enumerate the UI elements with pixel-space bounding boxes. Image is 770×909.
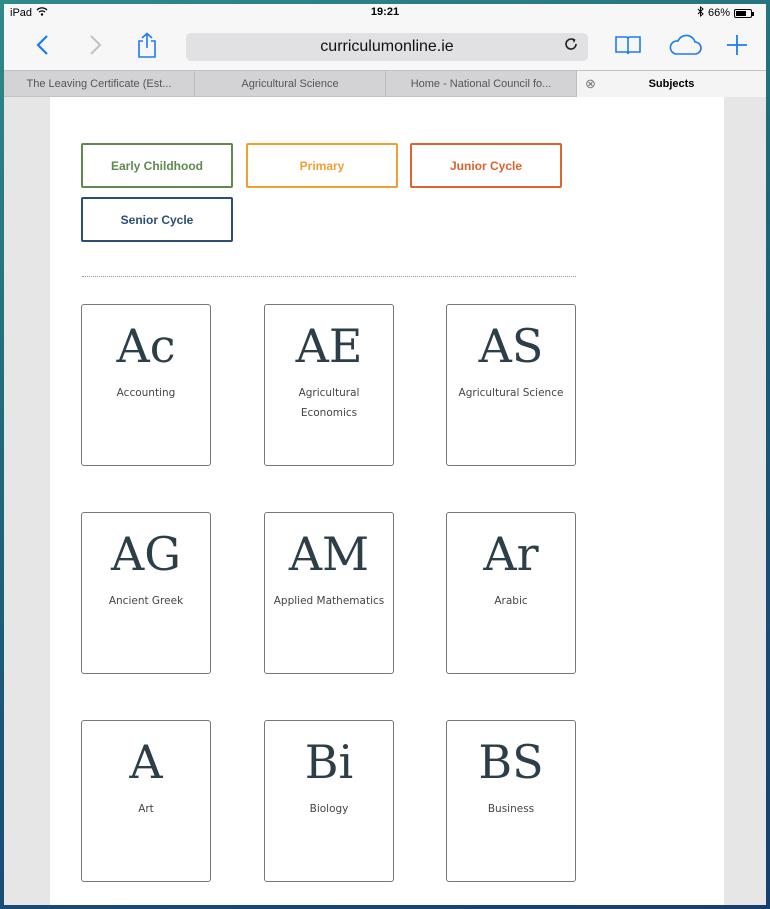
filter-label: Primary bbox=[299, 158, 345, 173]
subject-abbreviation: A bbox=[129, 735, 163, 789]
plus-icon bbox=[727, 35, 747, 55]
url-text: curriculumonline.ie bbox=[320, 38, 454, 55]
tab-label: Home - National Council fo... bbox=[410, 78, 552, 90]
subject-card-biology[interactable]: Bi Biology bbox=[264, 720, 394, 882]
cloud-icon bbox=[669, 34, 702, 55]
subject-card-arabic[interactable]: Ar Arabic bbox=[446, 512, 576, 674]
clock: 19:21 bbox=[370, 6, 400, 18]
share-button[interactable] bbox=[134, 30, 160, 60]
divider bbox=[82, 276, 576, 277]
forward-button[interactable] bbox=[84, 30, 108, 60]
bluetooth-icon bbox=[697, 5, 704, 20]
browser-toolbar: curriculumonline.ie bbox=[4, 20, 766, 70]
subject-card-art[interactable]: A Art bbox=[81, 720, 211, 882]
subject-card-agricultural-economics[interactable]: AE Agricultural Economics bbox=[264, 304, 394, 466]
subject-name: Applied Mathematics bbox=[273, 595, 385, 607]
battery-icon bbox=[734, 8, 754, 18]
subject-abbreviation: AE bbox=[295, 319, 363, 373]
subject-card-business[interactable]: BS Business bbox=[446, 720, 576, 882]
subject-name: Agricultural Economics bbox=[298, 387, 360, 419]
subject-abbreviation: BS bbox=[478, 735, 544, 789]
filter-label: Senior Cycle bbox=[120, 212, 194, 227]
icloud-tabs-button[interactable] bbox=[667, 30, 703, 60]
filter-junior-cycle[interactable]: Junior Cycle bbox=[410, 143, 562, 188]
tab-label: Agricultural Science bbox=[241, 78, 339, 90]
subject-abbreviation: Bi bbox=[304, 735, 354, 789]
chevron-right-icon bbox=[90, 35, 102, 55]
status-bar: iPad 19:21 66% bbox=[4, 4, 766, 20]
filter-label: Junior Cycle bbox=[449, 158, 523, 173]
web-page: Early Childhood Primary Junior Cycle Sen… bbox=[4, 97, 766, 905]
tab-label: The Leaving Certificate (Est... bbox=[26, 78, 172, 90]
subject-card-agricultural-science[interactable]: AS Agricultural Science bbox=[446, 304, 576, 466]
filter-primary[interactable]: Primary bbox=[246, 143, 398, 188]
new-tab-button[interactable] bbox=[724, 30, 750, 60]
subject-card-ancient-greek[interactable]: AG Ancient Greek bbox=[81, 512, 211, 674]
subject-abbreviation: AG bbox=[111, 527, 181, 581]
battery-percent: 66% bbox=[707, 7, 730, 19]
subject-name: Ancient Greek bbox=[108, 595, 184, 607]
ipad-screen: iPad 19:21 66% curriculumonline.ie The L… bbox=[4, 4, 766, 905]
book-icon bbox=[615, 36, 641, 55]
subject-name: Agricultural Science bbox=[458, 387, 564, 399]
subject-card-accounting[interactable]: Ac Accounting bbox=[81, 304, 211, 466]
bookmarks-button[interactable] bbox=[614, 30, 642, 60]
tab-ncca-home[interactable]: Home - National Council fo... bbox=[386, 71, 577, 97]
page-content: Early Childhood Primary Junior Cycle Sen… bbox=[50, 97, 724, 905]
subject-abbreviation: AS bbox=[478, 319, 544, 373]
tab-subjects[interactable]: ⊗ Subjects bbox=[577, 71, 766, 97]
address-bar[interactable]: curriculumonline.ie bbox=[186, 33, 588, 61]
share-icon bbox=[138, 32, 156, 58]
filter-label: Early Childhood bbox=[110, 158, 203, 173]
back-button[interactable] bbox=[30, 30, 54, 60]
filter-early-childhood[interactable]: Early Childhood bbox=[81, 143, 233, 188]
subject-name: Business bbox=[487, 803, 535, 815]
subject-name: Art bbox=[138, 803, 154, 815]
subject-name: Biology bbox=[309, 803, 349, 815]
subject-abbreviation: Ac bbox=[116, 319, 176, 373]
subject-name: Arabic bbox=[494, 595, 528, 607]
close-tab-icon[interactable]: ⊗ bbox=[585, 76, 596, 92]
tab-agricultural-science[interactable]: Agricultural Science bbox=[195, 71, 386, 97]
chevron-left-icon bbox=[36, 35, 48, 55]
filter-senior-cycle[interactable]: Senior Cycle bbox=[81, 197, 233, 242]
reload-icon[interactable] bbox=[564, 37, 578, 56]
subject-card-applied-mathematics[interactable]: AM Applied Mathematics bbox=[264, 512, 394, 674]
subject-abbreviation: AM bbox=[288, 527, 370, 581]
tab-leaving-certificate[interactable]: The Leaving Certificate (Est... bbox=[4, 71, 195, 97]
subject-abbreviation: Ar bbox=[483, 527, 539, 581]
tab-label: Subjects bbox=[648, 78, 695, 90]
tab-bar: The Leaving Certificate (Est... Agricult… bbox=[4, 70, 766, 97]
subject-name: Accounting bbox=[116, 387, 176, 399]
